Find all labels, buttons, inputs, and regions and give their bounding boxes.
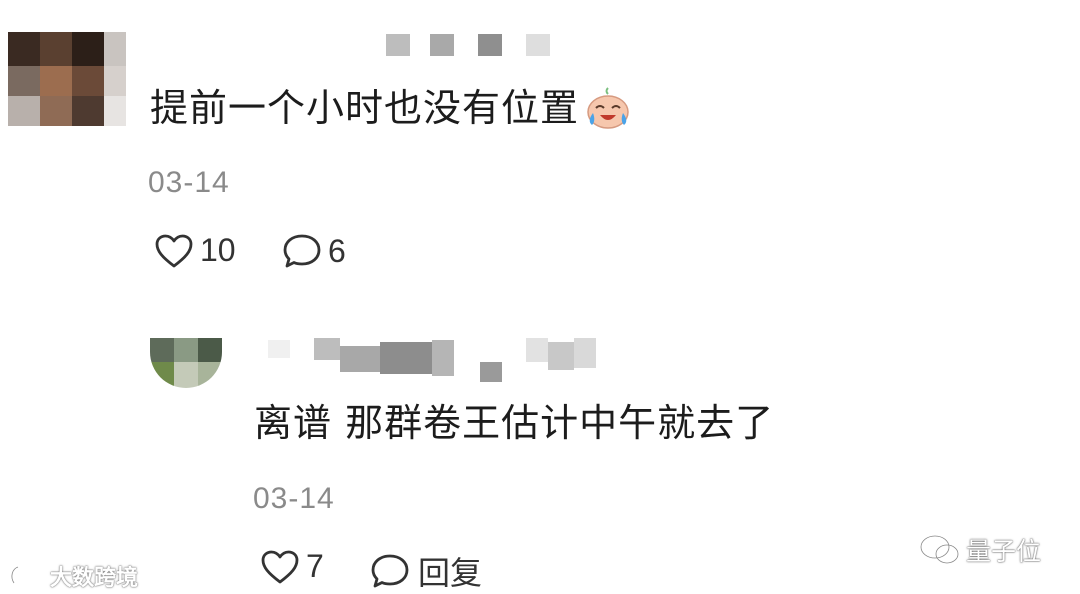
- reply-like-count: 7: [306, 548, 324, 584]
- comment-avatar[interactable]: [0, 18, 130, 130]
- reply-label: 回复: [418, 554, 483, 592]
- reply-date: 03-14: [253, 482, 335, 515]
- reply-username-blurred[interactable]: [268, 338, 628, 384]
- comment-username-blurred[interactable]: [386, 34, 552, 58]
- reply-avatar[interactable]: [150, 338, 222, 388]
- speech-bubble-icon: [370, 552, 410, 590]
- reply-text: 离谱 那群卷王估计中午就去了: [254, 401, 775, 445]
- watermark-right-text: 量子位: [966, 537, 1042, 566]
- watermark-left: 大数跨境: [8, 560, 138, 592]
- comment-date: 03-14: [148, 166, 230, 199]
- wechat-logo-icon: [918, 533, 962, 567]
- comment-body: 提前一个小时也没有位置: [150, 86, 631, 130]
- comment-reply-button[interactable]: 6: [282, 232, 346, 270]
- reply-reply-button[interactable]: 回复: [370, 548, 482, 594]
- heart-icon: [154, 233, 194, 269]
- speech-bubble-icon: [282, 232, 322, 270]
- comment-text: 提前一个小时也没有位置: [150, 86, 580, 130]
- watermark-left-text: 大数跨境: [50, 566, 139, 591]
- comment-like-count: 10: [200, 232, 236, 268]
- heart-icon: [260, 549, 300, 585]
- watermark-logo-icon: [8, 563, 50, 589]
- reply-like-button[interactable]: 7: [260, 548, 324, 585]
- comment-reply-count: 6: [328, 232, 346, 269]
- watermark-right: 量子位: [918, 532, 1041, 568]
- crying-laughing-emoji-icon: [585, 86, 631, 130]
- comment-like-button[interactable]: 10: [154, 232, 236, 269]
